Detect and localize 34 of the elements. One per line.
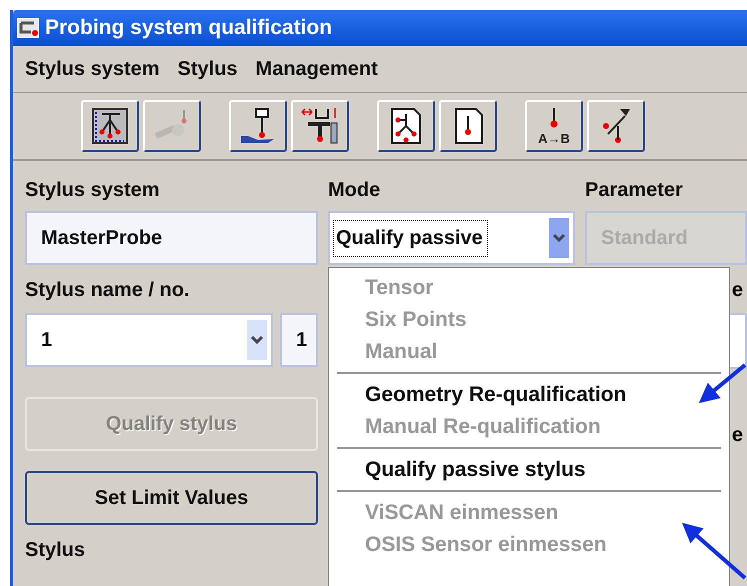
field-label: Stylus name / no.: [25, 278, 190, 302]
action-button[interactable]: Set Limit Values: [25, 471, 318, 525]
toolbar-button[interactable]: A→B: [525, 100, 583, 152]
field-label: Mode: [328, 178, 382, 202]
window-title: Probing system qualification: [45, 16, 332, 40]
chevron-down-icon[interactable]: [549, 218, 569, 258]
field-label: Stylus system: [25, 178, 161, 202]
app-icon: [17, 18, 39, 38]
field-label: Stylus: [25, 538, 86, 562]
mode-dropdown[interactable]: Qualify passive: [328, 211, 575, 265]
menu-item[interactable]: Stylus: [178, 58, 238, 80]
dropdown-option[interactable]: Qualify passive stylus: [329, 454, 729, 486]
pointer-arrow: [698, 363, 746, 404]
chevron-down-icon[interactable]: [247, 320, 267, 360]
menu-item[interactable]: Management: [256, 58, 378, 80]
probe-icon: [550, 108, 558, 128]
menu-item[interactable]: Stylus system: [25, 58, 160, 80]
probe-label: A→B: [538, 131, 570, 146]
field-label: e: [732, 278, 743, 302]
field-label: Parameter: [585, 178, 684, 202]
stylus-name-dropdown[interactable]: 1: [25, 313, 273, 367]
stylus-number-field[interactable]: 1: [280, 313, 318, 367]
dropdown-option[interactable]: Geometry Re-qualification: [329, 379, 729, 411]
field-label: e: [732, 424, 743, 447]
toolbar-button[interactable]: [229, 100, 287, 152]
toolbar-button[interactable]: [587, 100, 645, 152]
probe-measure-icon: [300, 106, 340, 146]
toolbar-button[interactable]: [291, 100, 349, 152]
pointer-arrow: [682, 522, 746, 580]
toolbar-button[interactable]: [81, 100, 139, 152]
stylus-system-field[interactable]: MasterProbe: [25, 211, 318, 265]
stylus-tree-icon: [90, 106, 130, 146]
toolbar-button[interactable]: [377, 100, 435, 152]
toolbar-button[interactable]: [439, 100, 497, 152]
